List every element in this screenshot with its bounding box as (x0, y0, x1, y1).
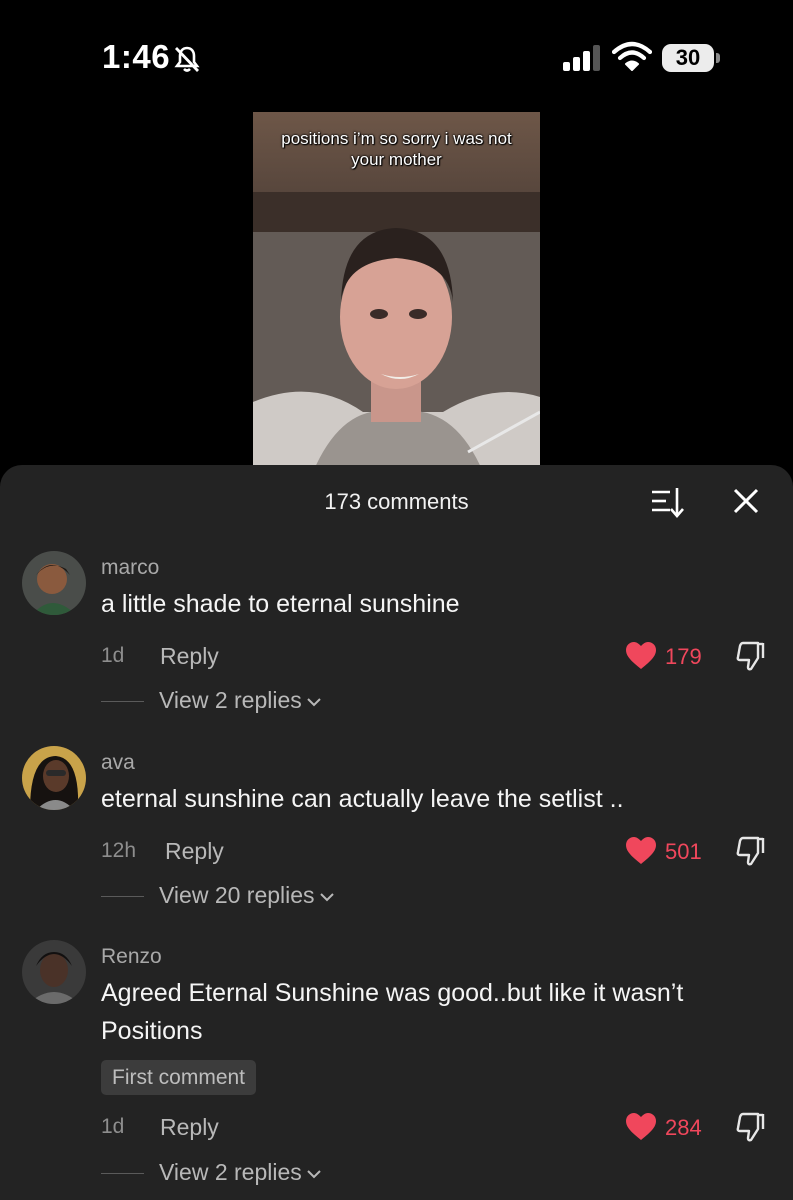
dislike-icon[interactable] (734, 1111, 766, 1143)
comments-sheet: 173 comments marco a little shade to ete… (0, 465, 793, 1200)
reply-button[interactable]: Reply (160, 643, 219, 670)
comment-username[interactable]: marco (101, 556, 159, 580)
wifi-icon (612, 41, 652, 71)
heart-icon[interactable] (625, 836, 657, 866)
comment-age: 12h (101, 839, 137, 862)
view-replies-label: View 20 replies (159, 882, 315, 908)
replies-divider (101, 701, 144, 702)
status-bar: 1:46 30 (0, 0, 793, 110)
first-comment-badge: First comment (101, 1060, 257, 1095)
sort-icon[interactable] (650, 485, 684, 519)
replies-divider (101, 896, 144, 897)
avatar[interactable] (22, 746, 86, 810)
view-replies-button[interactable]: View 20 replies (159, 882, 335, 909)
comment-age: 1d (101, 644, 125, 667)
cellular-signal-icon (563, 45, 600, 71)
replies-divider (101, 1173, 144, 1174)
heart-icon[interactable] (625, 1112, 657, 1142)
comment-age: 1d (101, 1115, 125, 1138)
comment-username[interactable]: Renzo (101, 945, 162, 969)
comment-text: eternal sunshine can actually leave the … (101, 785, 624, 813)
status-time: 1:46 (102, 38, 171, 75)
like-count: 179 (665, 644, 702, 669)
close-icon[interactable] (730, 485, 762, 517)
reply-button[interactable]: Reply (165, 838, 224, 865)
video-preview[interactable]: positions i’m so sorry i was not your mo… (253, 112, 540, 472)
dislike-icon[interactable] (734, 835, 766, 867)
avatar[interactable] (22, 551, 86, 615)
battery-icon: 30 (662, 44, 720, 72)
battery-level: 30 (675, 45, 701, 70)
chevron-down-icon (307, 698, 321, 707)
comment-username[interactable]: ava (101, 751, 135, 775)
like-count: 284 (665, 1115, 702, 1140)
avatar[interactable] (22, 940, 86, 1004)
comment-text: Agreed Eternal Sunshine was good..but li… (101, 979, 684, 1045)
dislike-icon[interactable] (734, 640, 766, 672)
view-replies-label: View 2 replies (159, 1159, 302, 1185)
view-replies-button[interactable]: View 2 replies (159, 1159, 322, 1186)
view-replies-button[interactable]: View 2 replies (159, 687, 322, 714)
comment-text: a little shade to eternal sunshine (101, 590, 460, 618)
chevron-down-icon (319, 893, 334, 902)
heart-icon[interactable] (625, 641, 657, 671)
like-count: 501 (665, 839, 702, 864)
bell-off-icon (174, 46, 200, 72)
view-replies-label: View 2 replies (159, 687, 302, 713)
reply-button[interactable]: Reply (160, 1114, 219, 1141)
video-caption: positions i’m so sorry i was not your mo… (281, 129, 512, 169)
chevron-down-icon (307, 1170, 321, 1179)
